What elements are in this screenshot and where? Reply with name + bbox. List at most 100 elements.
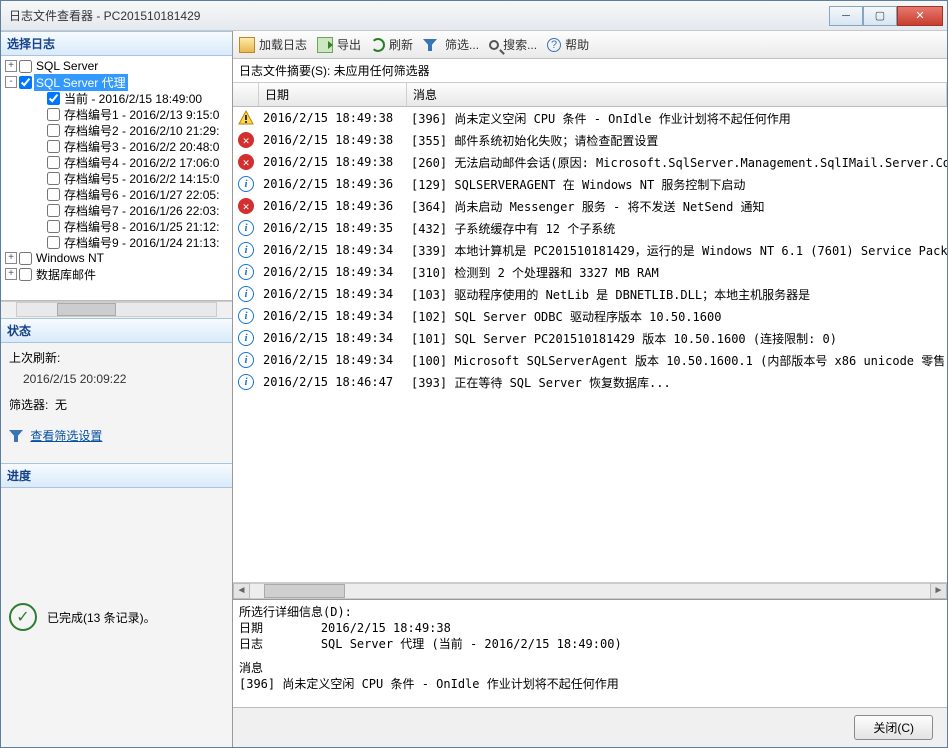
tree-checkbox[interactable] bbox=[47, 172, 60, 185]
col-icon[interactable] bbox=[233, 83, 259, 106]
tree-node[interactable]: 存档编号1 - 2016/2/13 9:15:0 bbox=[1, 106, 232, 122]
tree-label: SQL Server 代理 bbox=[34, 74, 128, 91]
table-row[interactable]: i2016/2/15 18:49:34[103] 驱动程序使用的 NetLib … bbox=[233, 283, 947, 305]
tree-checkbox[interactable] bbox=[47, 188, 60, 201]
table-row[interactable]: ✕2016/2/15 18:49:38[260] 无法启动邮件会话(原因: Mi… bbox=[233, 151, 947, 173]
log-tree[interactable]: + SQL Server - SQL Server 代理当前 - 2016/2/15 … bbox=[1, 56, 232, 301]
expand-icon[interactable]: + bbox=[5, 60, 17, 72]
progress-text: 已完成(13 条记录)。 bbox=[47, 609, 156, 626]
tree-label: Windows NT bbox=[34, 251, 106, 265]
row-message: [432] 子系统缓存中有 12 个子系统 bbox=[407, 220, 947, 237]
tree-node[interactable]: 存档编号3 - 2016/2/2 20:48:0 bbox=[1, 138, 232, 154]
toolbar: 加载日志 导出 刷新 筛选... 搜索... ?帮助 bbox=[233, 31, 947, 59]
info-icon: i bbox=[238, 374, 254, 390]
row-message: [310] 检测到 2 个处理器和 3327 MB RAM bbox=[407, 264, 947, 281]
detail-message: [396] 尚未定义空闲 CPU 条件 - OnIdle 作业计划将不起任何作用 bbox=[239, 676, 941, 692]
close-button[interactable]: 关闭(C) bbox=[854, 715, 933, 740]
detail-header: 所选行详细信息(D): bbox=[239, 604, 941, 620]
col-date[interactable]: 日期 bbox=[259, 83, 407, 106]
tree-checkbox[interactable] bbox=[47, 92, 60, 105]
tree-node[interactable]: 存档编号9 - 2016/1/24 21:13: bbox=[1, 234, 232, 250]
col-message[interactable]: 消息 bbox=[407, 83, 947, 106]
info-icon: i bbox=[238, 352, 254, 368]
tree-checkbox[interactable] bbox=[19, 76, 32, 89]
tree-checkbox[interactable] bbox=[19, 252, 32, 265]
log-grid: 日期 消息 2016/2/15 18:49:38[396] 尚未定义空闲 CPU… bbox=[233, 83, 947, 599]
info-icon: i bbox=[238, 330, 254, 346]
table-row[interactable]: i2016/2/15 18:49:34[310] 检测到 2 个处理器和 332… bbox=[233, 261, 947, 283]
tree-label: 存档编号8 - 2016/1/25 21:12: bbox=[62, 218, 221, 235]
grid-header[interactable]: 日期 消息 bbox=[233, 83, 947, 107]
maximize-button[interactable]: ▢ bbox=[863, 6, 897, 26]
table-row[interactable]: i2016/2/15 18:46:47[393] 正在等待 SQL Server… bbox=[233, 371, 947, 393]
row-message: [396] 尚未定义空闲 CPU 条件 - OnIdle 作业计划将不起任何作用 bbox=[407, 110, 947, 127]
filter-button[interactable]: 筛选... bbox=[423, 36, 479, 53]
load-log-button[interactable]: 加载日志 bbox=[239, 36, 307, 53]
tree-node[interactable]: 存档编号7 - 2016/1/26 22:03: bbox=[1, 202, 232, 218]
table-row[interactable]: i2016/2/15 18:49:36[129] SQLSERVERAGENT … bbox=[233, 173, 947, 195]
info-icon: i bbox=[238, 242, 254, 258]
filter-label: 筛选器: bbox=[9, 398, 48, 412]
table-row[interactable]: 2016/2/15 18:49:38[396] 尚未定义空闲 CPU 条件 - … bbox=[233, 107, 947, 129]
tree-node[interactable]: 存档编号5 - 2016/2/2 14:15:0 bbox=[1, 170, 232, 186]
tree-node[interactable]: 存档编号2 - 2016/2/10 21:29: bbox=[1, 122, 232, 138]
expand-icon[interactable]: - bbox=[5, 76, 17, 88]
table-row[interactable]: i2016/2/15 18:49:35[432] 子系统缓存中有 12 个子系统 bbox=[233, 217, 947, 239]
table-row[interactable]: i2016/2/15 18:49:34[101] SQL Server PC20… bbox=[233, 327, 947, 349]
detail-date: 2016/2/15 18:49:38 bbox=[321, 621, 451, 635]
info-icon: i bbox=[238, 220, 254, 236]
info-icon: i bbox=[238, 286, 254, 302]
row-date: 2016/2/15 18:49:38 bbox=[259, 133, 407, 147]
tree-hscrollbar[interactable] bbox=[1, 301, 232, 318]
right-panel: 加载日志 导出 刷新 筛选... 搜索... ?帮助 日志文件摘要(S): 未应… bbox=[233, 31, 947, 747]
export-button[interactable]: 导出 bbox=[317, 36, 361, 53]
tree-node[interactable]: 存档编号6 - 2016/1/27 22:05: bbox=[1, 186, 232, 202]
table-row[interactable]: i2016/2/15 18:49:34[339] 本地计算机是 PC201510… bbox=[233, 239, 947, 261]
expand-icon[interactable]: + bbox=[5, 252, 17, 264]
table-row[interactable]: ✕2016/2/15 18:49:38[355] 邮件系统初始化失败；请检查配置… bbox=[233, 129, 947, 151]
close-window-button[interactable]: ✕ bbox=[897, 6, 943, 26]
row-date: 2016/2/15 18:49:34 bbox=[259, 353, 407, 367]
tree-label: 存档编号4 - 2016/2/2 17:06:0 bbox=[62, 154, 221, 171]
tree-checkbox[interactable] bbox=[47, 140, 60, 153]
tree-node[interactable]: + SQL Server bbox=[1, 58, 232, 74]
minimize-button[interactable]: ─ bbox=[829, 6, 863, 26]
search-button[interactable]: 搜索... bbox=[489, 36, 537, 53]
tree-checkbox[interactable] bbox=[47, 156, 60, 169]
tree-checkbox[interactable] bbox=[47, 220, 60, 233]
tree-node[interactable]: 存档编号8 - 2016/1/25 21:12: bbox=[1, 218, 232, 234]
tree-checkbox[interactable] bbox=[19, 60, 32, 73]
grid-body[interactable]: 2016/2/15 18:49:38[396] 尚未定义空闲 CPU 条件 - … bbox=[233, 107, 947, 582]
grid-hscrollbar[interactable]: ◄► bbox=[233, 582, 947, 599]
table-row[interactable]: ✕2016/2/15 18:49:36[364] 尚未启动 Messenger … bbox=[233, 195, 947, 217]
tree-checkbox[interactable] bbox=[19, 268, 32, 281]
help-button[interactable]: ?帮助 bbox=[547, 36, 589, 53]
tree-node[interactable]: 当前 - 2016/2/15 18:49:00 bbox=[1, 90, 232, 106]
last-refresh-value: 2016/2/15 20:09:22 bbox=[9, 372, 224, 386]
row-date: 2016/2/15 18:49:34 bbox=[259, 287, 407, 301]
search-icon bbox=[489, 40, 499, 50]
tree-checkbox[interactable] bbox=[47, 236, 60, 249]
detail-log: SQL Server 代理 (当前 - 2016/2/15 18:49:00) bbox=[321, 637, 622, 651]
tree-node[interactable]: +数据库邮件 bbox=[1, 266, 232, 282]
table-row[interactable]: i2016/2/15 18:49:34[102] SQL Server ODBC… bbox=[233, 305, 947, 327]
row-message: [260] 无法启动邮件会话(原因: Microsoft.SqlServer.M… bbox=[407, 154, 947, 171]
row-message: [355] 邮件系统初始化失败；请检查配置设置 bbox=[407, 132, 947, 149]
table-row[interactable]: i2016/2/15 18:49:34[100] Microsoft SQLSe… bbox=[233, 349, 947, 371]
row-message: [129] SQLSERVERAGENT 在 Windows NT 服务控制下启… bbox=[407, 176, 947, 193]
detail-pane: 所选行详细信息(D): 日期 2016/2/15 18:49:38 日志 SQL… bbox=[233, 599, 947, 707]
tree-label: 存档编号6 - 2016/1/27 22:05: bbox=[62, 186, 221, 203]
view-filter-link[interactable]: 查看筛选设置 bbox=[30, 429, 102, 443]
tree-checkbox[interactable] bbox=[47, 204, 60, 217]
tree-label: SQL Server bbox=[34, 59, 100, 73]
tree-checkbox[interactable] bbox=[47, 124, 60, 137]
tree-node[interactable]: + Windows NT bbox=[1, 250, 232, 266]
tree-node[interactable]: 存档编号4 - 2016/2/2 17:06:0 bbox=[1, 154, 232, 170]
expand-icon[interactable]: + bbox=[5, 268, 17, 280]
tree-checkbox[interactable] bbox=[47, 108, 60, 121]
titlebar[interactable]: 日志文件查看器 - PC201510181429 ─ ▢ ✕ bbox=[1, 1, 947, 31]
tree-label: 存档编号2 - 2016/2/10 21:29: bbox=[62, 122, 221, 139]
progress-header: 进度 bbox=[1, 463, 232, 488]
refresh-button[interactable]: 刷新 bbox=[371, 36, 413, 53]
tree-node[interactable]: - SQL Server 代理 bbox=[1, 74, 232, 90]
